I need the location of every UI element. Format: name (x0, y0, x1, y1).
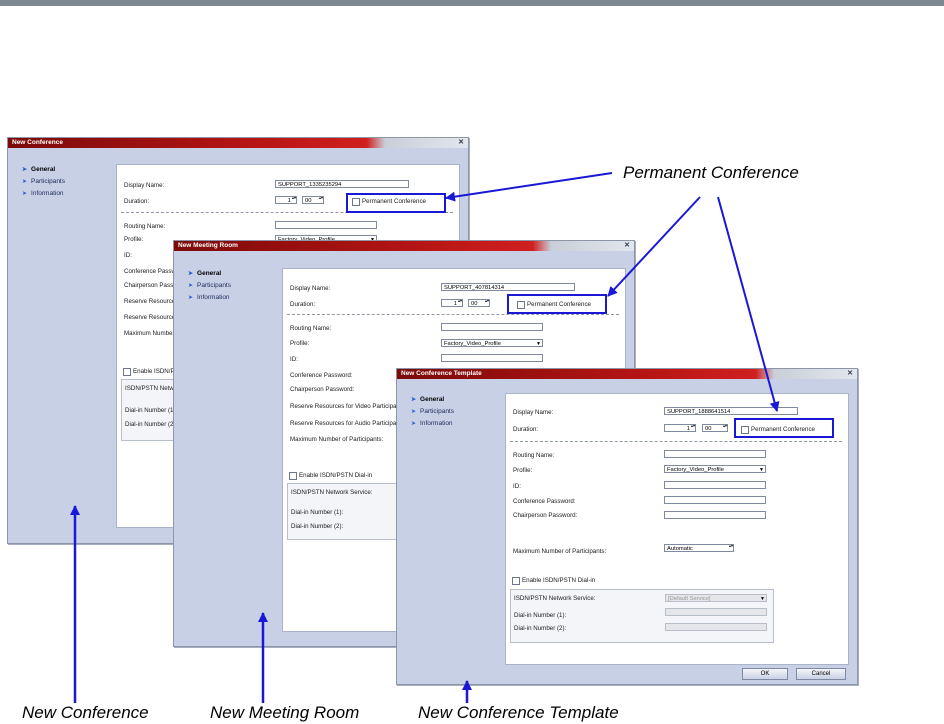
new-conference-template-callout: New Conference Template (418, 703, 619, 722)
arrow-to-new-meeting-room-checkbox (607, 196, 701, 297)
arrow-to-new-conference-template-checkbox (717, 196, 780, 412)
callout-arrows (70, 172, 780, 703)
arrow-to-new-conference-checkbox (445, 172, 613, 202)
new-meeting-room-callout: New Meeting Room (210, 703, 360, 722)
new-conference-callout: New Conference (22, 703, 149, 722)
permanent-conference-callout: Permanent Conference (623, 163, 799, 182)
